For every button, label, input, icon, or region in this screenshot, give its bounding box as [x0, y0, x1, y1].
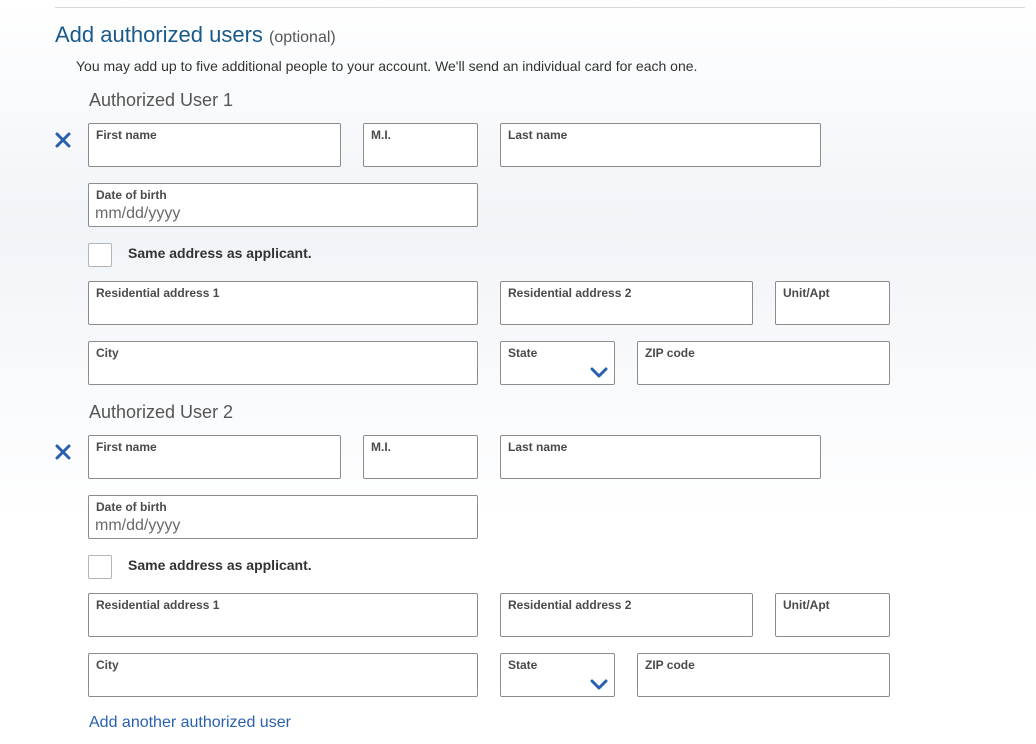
authorized-user-2: Authorized User 2 First name M.I. Last n… — [0, 402, 1036, 714]
residential-address-2-field[interactable]: Residential address 2 — [500, 593, 753, 637]
middle-initial-input[interactable] — [370, 144, 469, 164]
residential-address-1-field[interactable]: Residential address 1 — [88, 593, 478, 637]
city-field[interactable]: City — [88, 341, 478, 385]
unit-apt-label: Unit/Apt — [783, 286, 830, 300]
first-name-input[interactable] — [95, 144, 332, 164]
date-of-birth-input[interactable] — [95, 204, 469, 224]
residential-address-1-input[interactable] — [95, 302, 469, 322]
user-heading: Authorized User 2 — [89, 402, 234, 422]
residential-address-1-label: Residential address 1 — [96, 286, 220, 300]
zip-code-input[interactable] — [644, 674, 881, 694]
residential-address-2-input[interactable] — [507, 302, 744, 322]
state-select[interactable]: State — [500, 653, 615, 697]
date-of-birth-field[interactable]: Date of birth — [88, 183, 478, 227]
state-label: State — [508, 658, 538, 672]
close-icon[interactable] — [55, 132, 71, 148]
zip-code-field[interactable]: ZIP code — [637, 653, 890, 697]
residential-address-1-label: Residential address 1 — [96, 598, 220, 612]
first-name-field[interactable]: First name — [88, 123, 341, 167]
authorized-user-1: Authorized User 1 First name M.I. Last n… — [0, 90, 1036, 402]
zip-code-field[interactable]: ZIP code — [637, 341, 890, 385]
chevron-down-icon — [590, 679, 608, 690]
last-name-field[interactable]: Last name — [500, 435, 821, 479]
unit-apt-field[interactable]: Unit/Apt — [775, 593, 890, 637]
top-divider — [55, 7, 1025, 8]
first-name-input[interactable] — [95, 456, 332, 476]
middle-initial-field[interactable]: M.I. — [363, 123, 478, 167]
section-title: Add authorized users (optional) — [55, 22, 336, 48]
residential-address-2-label: Residential address 2 — [508, 598, 632, 612]
date-of-birth-input[interactable] — [95, 516, 469, 536]
city-field[interactable]: City — [88, 653, 478, 697]
state-label: State — [508, 346, 538, 360]
section-intro: You may add up to five additional people… — [76, 58, 698, 74]
unit-apt-input[interactable] — [782, 614, 881, 634]
residential-address-2-field[interactable]: Residential address 2 — [500, 281, 753, 325]
middle-initial-label: M.I. — [371, 440, 391, 454]
last-name-input[interactable] — [507, 456, 812, 476]
user-heading: Authorized User 1 — [89, 90, 234, 110]
last-name-label: Last name — [508, 128, 568, 142]
date-of-birth-label: Date of birth — [96, 188, 167, 202]
middle-initial-label: M.I. — [371, 128, 391, 142]
first-name-label: First name — [96, 440, 157, 454]
city-input[interactable] — [95, 362, 469, 382]
same-address-label: Same address as applicant. — [128, 245, 312, 261]
date-of-birth-field[interactable]: Date of birth — [88, 495, 478, 539]
unit-apt-field[interactable]: Unit/Apt — [775, 281, 890, 325]
zip-code-label: ZIP code — [645, 346, 695, 360]
zip-code-label: ZIP code — [645, 658, 695, 672]
optional-tag: (optional) — [269, 29, 336, 46]
last-name-input[interactable] — [507, 144, 812, 164]
same-address-checkbox[interactable] — [88, 555, 112, 579]
first-name-label: First name — [96, 128, 157, 142]
zip-code-input[interactable] — [644, 362, 881, 382]
city-label: City — [96, 346, 119, 360]
city-label: City — [96, 658, 119, 672]
middle-initial-input[interactable] — [370, 456, 469, 476]
residential-address-1-input[interactable] — [95, 614, 469, 634]
middle-initial-field[interactable]: M.I. — [363, 435, 478, 479]
last-name-field[interactable]: Last name — [500, 123, 821, 167]
residential-address-2-label: Residential address 2 — [508, 286, 632, 300]
same-address-label: Same address as applicant. — [128, 557, 312, 573]
city-input[interactable] — [95, 674, 469, 694]
date-of-birth-label: Date of birth — [96, 500, 167, 514]
add-another-user-link[interactable]: Add another authorized user — [89, 714, 291, 732]
first-name-field[interactable]: First name — [88, 435, 341, 479]
section-title-text: Add authorized users — [55, 22, 263, 47]
unit-apt-label: Unit/Apt — [783, 598, 830, 612]
close-icon[interactable] — [55, 444, 71, 460]
same-address-checkbox[interactable] — [88, 243, 112, 267]
state-select[interactable]: State — [500, 341, 615, 385]
chevron-down-icon — [590, 367, 608, 378]
last-name-label: Last name — [508, 440, 568, 454]
unit-apt-input[interactable] — [782, 302, 881, 322]
residential-address-1-field[interactable]: Residential address 1 — [88, 281, 478, 325]
residential-address-2-input[interactable] — [507, 614, 744, 634]
